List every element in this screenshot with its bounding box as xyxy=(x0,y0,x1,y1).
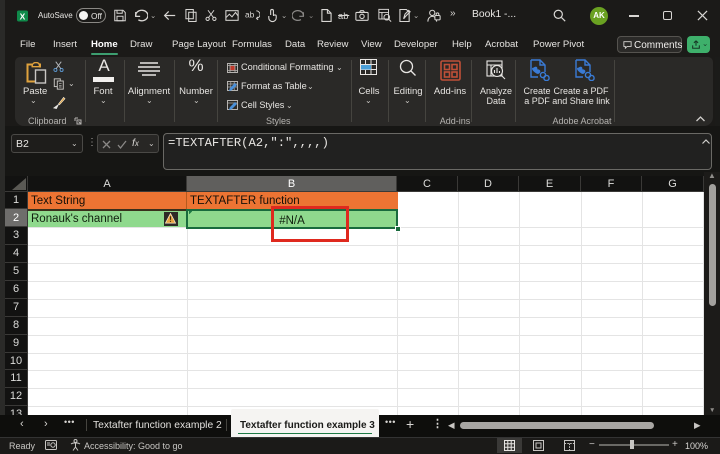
svg-text:X: X xyxy=(20,11,26,21)
svg-text:ab: ab xyxy=(245,9,255,19)
